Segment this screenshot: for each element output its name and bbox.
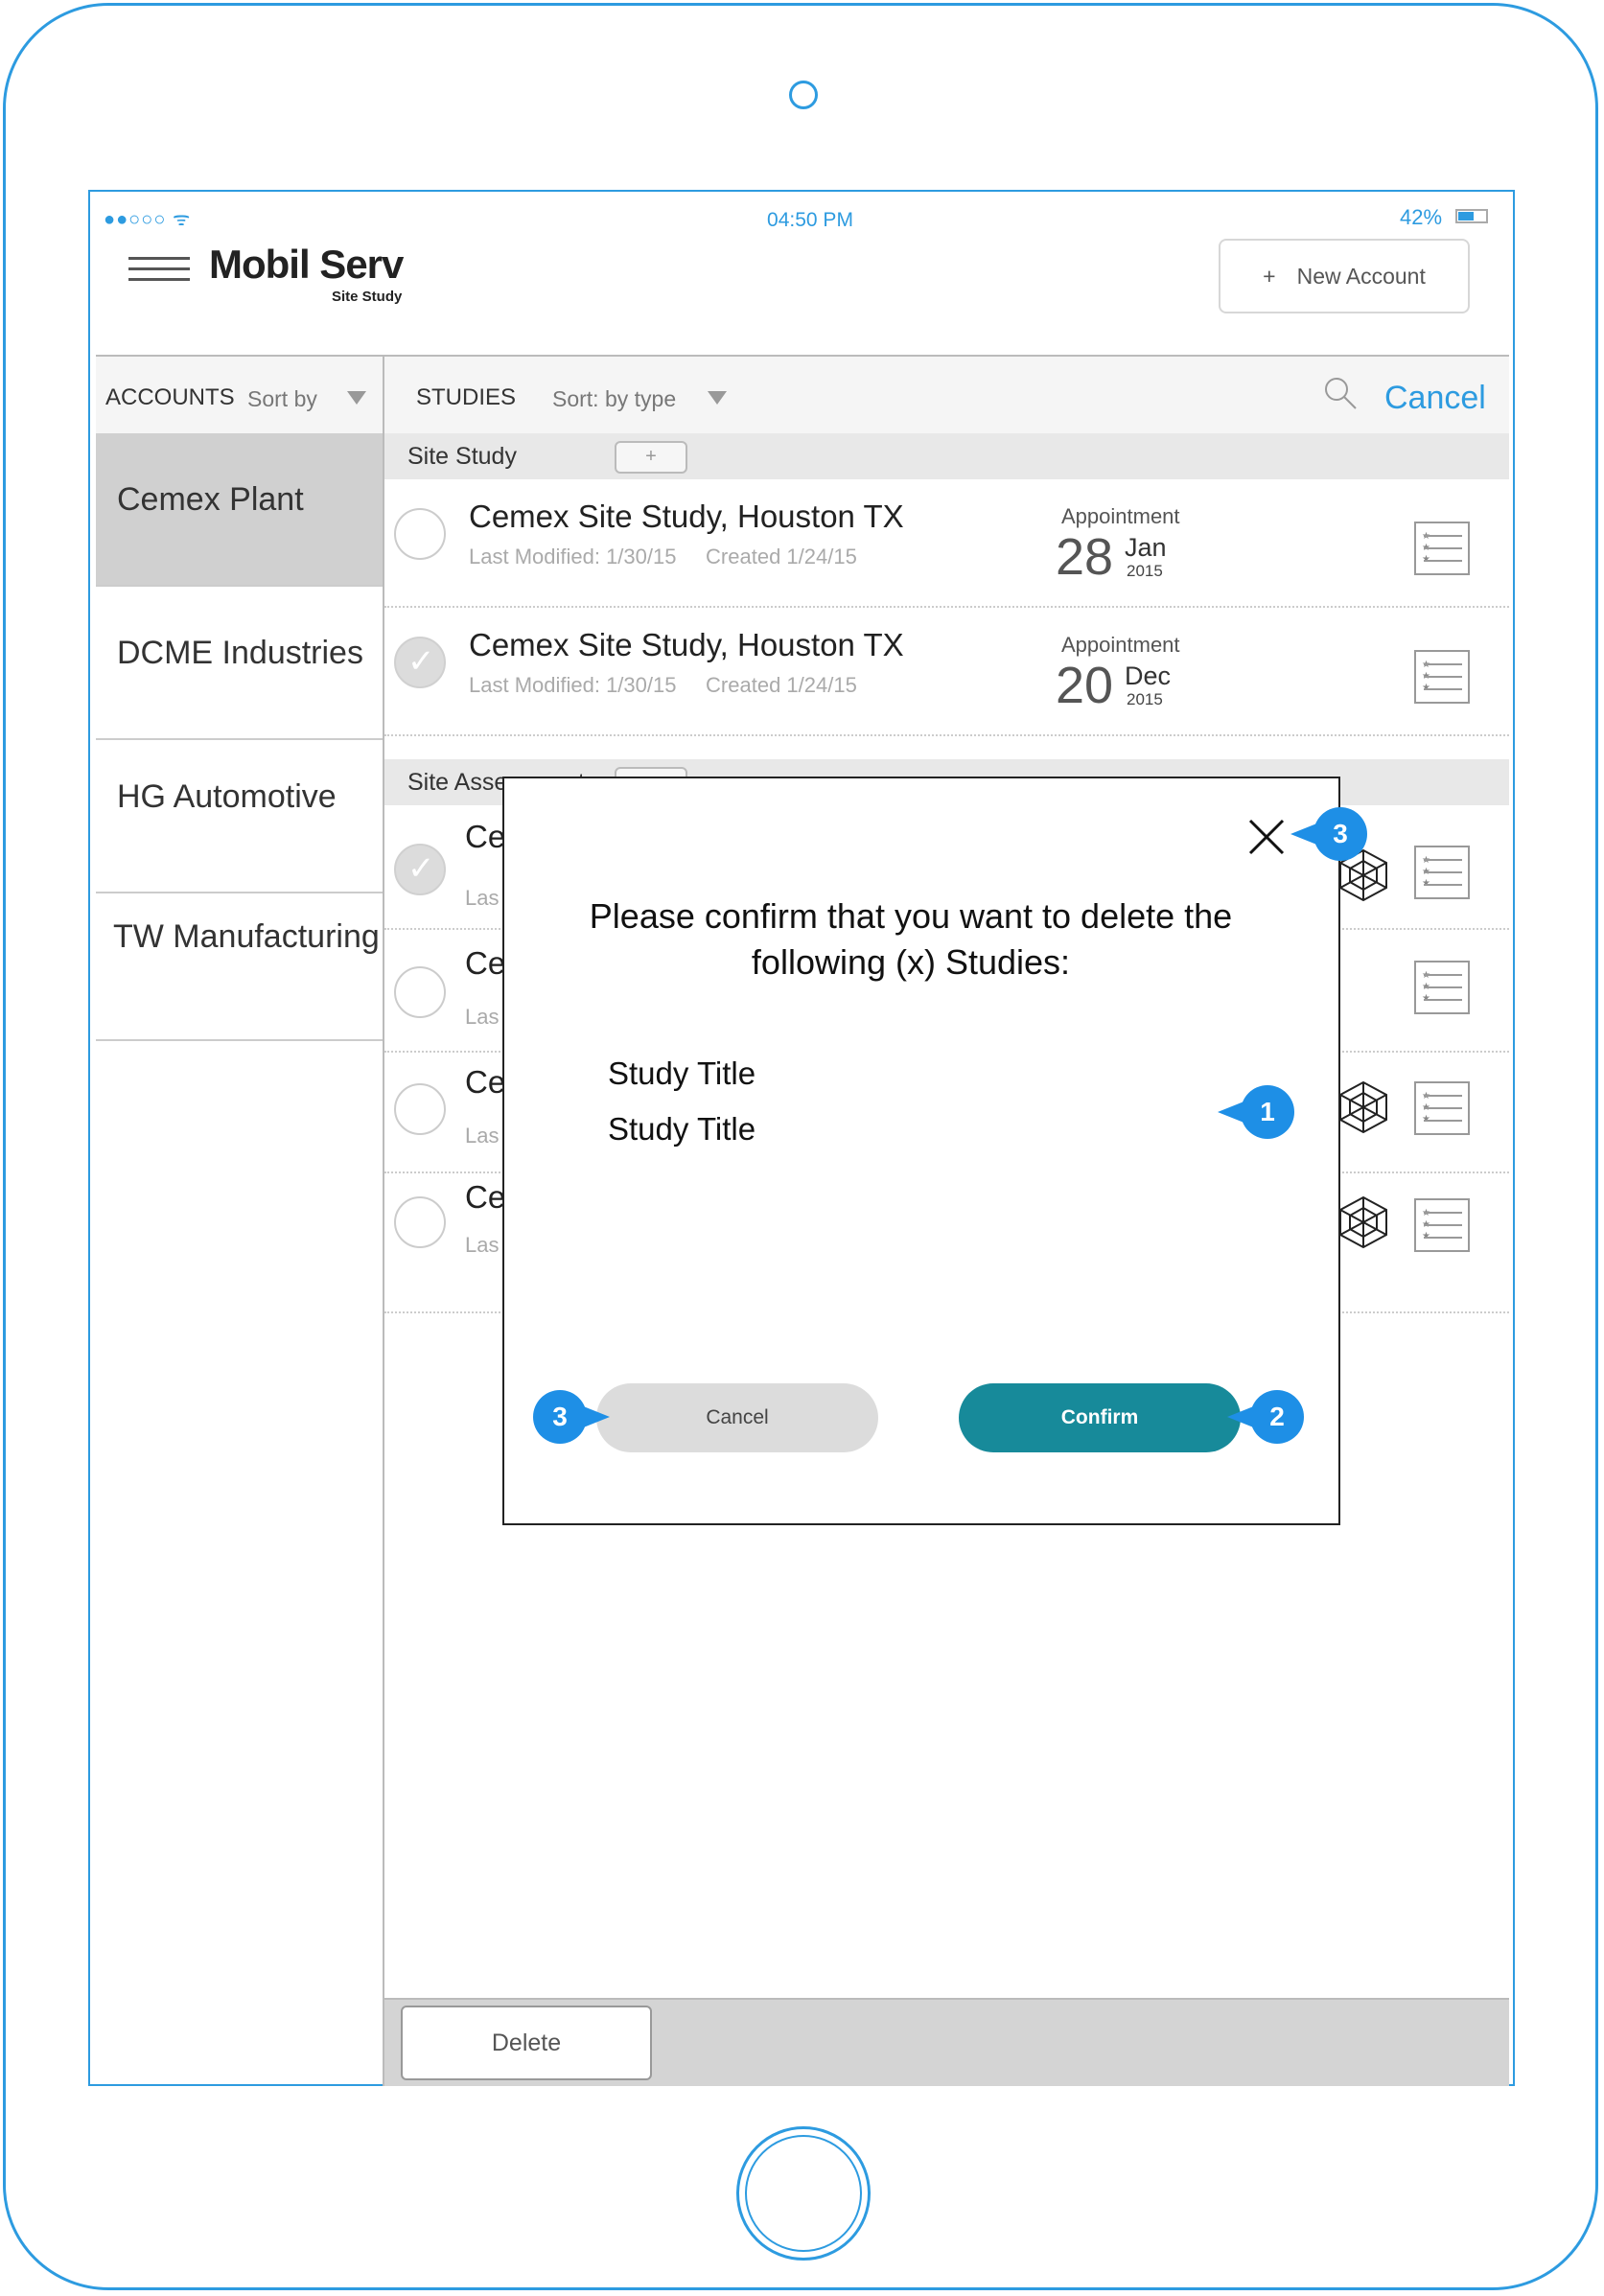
appointment-month: Dec [1125,661,1172,690]
accounts-label: ACCOUNTS [105,384,235,410]
study-row[interactable]: Cemex Site Study, Houston TX Last Modifi… [384,479,1509,608]
radar-chart-icon[interactable] [1336,1194,1391,1250]
study-title: Cemex Site Study, Houston TX [469,627,904,662]
appointment-year: 2015 [1127,562,1163,580]
checklist-icon[interactable]: ★★★ [1414,650,1470,704]
studies-label: STUDIES [416,384,517,410]
new-account-label: New Account [1296,263,1426,289]
modal-confirm-button[interactable]: Confirm [959,1383,1241,1452]
checklist-icon[interactable]: ★★★ [1414,1198,1470,1252]
select-checkbox[interactable] [394,1196,446,1248]
callout-close: 3 [1290,807,1367,861]
close-icon[interactable] [1246,817,1287,857]
study-title: Ce [465,1179,506,1215]
study-meta: Las [465,1005,500,1029]
accounts-sort[interactable]: Sort by [247,386,317,412]
study-meta: Las [465,1233,500,1257]
checklist-icon[interactable]: ★★★ [1414,961,1470,1014]
section-title: Site Study [407,443,517,470]
studies-sort-chevron-icon[interactable] [708,391,727,405]
account-item[interactable]: TW Manufacturing [96,888,383,1041]
account-item[interactable]: DCME Industries [96,587,383,740]
battery-percent: 42% [1400,205,1443,229]
study-title: Ce [465,819,506,854]
app-logo: Mobil Serv [209,242,404,287]
modal-message: Please confirm that you want to delete t… [589,896,1233,982]
search-icon[interactable] [1323,376,1358,410]
checklist-icon[interactable]: ★★★ [1414,522,1470,575]
appointment-label: Appointment [1061,504,1180,528]
study-title: Ce [465,945,506,981]
callout-list: 1 [1218,1085,1294,1139]
select-checkbox[interactable] [394,966,446,1018]
created-date: Created 1/24/15 [706,545,857,568]
accounts-sort-chevron-icon[interactable] [347,391,366,405]
select-checkbox[interactable] [394,637,446,688]
last-modified: Last Modified: 1/30/15 [469,673,677,697]
select-checkbox[interactable] [394,844,446,895]
study-row[interactable]: Cemex Site Study, Houston TX Last Modifi… [384,608,1509,736]
appointment-year: 2015 [1127,690,1163,708]
appointment-month: Jan [1125,533,1167,562]
study-title: Ce [465,1064,506,1100]
modal-study-item: Study Title [608,1111,756,1147]
select-checkbox[interactable] [394,1083,446,1135]
section-header: Site Study + [384,433,1509,479]
camera-icon [789,81,818,109]
plus-icon: + [1263,263,1276,289]
delete-button[interactable]: Delete [401,2006,652,2080]
status-time: 04:50 PM [767,209,853,231]
study-meta: Last Modified: 1/30/15 Created 1/24/15 [469,673,857,698]
menu-icon[interactable] [128,257,190,282]
account-item[interactable]: HG Automotive [96,740,383,893]
home-button[interactable] [736,2126,871,2261]
last-modified: Last Modified: 1/30/15 [469,545,677,568]
checklist-icon[interactable]: ★★★ [1414,846,1470,899]
study-meta: Las [465,1124,500,1148]
account-item[interactable]: Cemex Plant [96,433,383,587]
callout-confirm: 2 [1227,1390,1304,1444]
studies-sort[interactable]: Sort: by type [552,386,676,412]
new-account-button[interactable]: + New Account [1219,239,1470,313]
created-date: Created 1/24/15 [706,673,857,697]
add-study-button[interactable]: + [615,441,687,474]
appointment-day: 28 [1056,528,1114,586]
modal-cancel-button[interactable]: Cancel [596,1383,878,1452]
signal-icon: ●●○○○ ᯤ [104,209,192,230]
select-checkbox[interactable] [394,508,446,560]
appointment-day: 20 [1056,657,1114,714]
appointment-label: Appointment [1061,633,1180,657]
cancel-link[interactable]: Cancel [1384,380,1486,417]
app-subtitle: Site Study [332,289,403,305]
modal-study-item: Study Title [608,1055,756,1091]
checklist-icon[interactable]: ★★★ [1414,1081,1470,1135]
study-meta: Las [465,886,500,910]
callout-cancel: 3 [533,1390,610,1444]
battery-icon [1455,209,1488,223]
radar-chart-icon[interactable] [1336,1079,1391,1135]
study-title: Cemex Site Study, Houston TX [469,499,904,534]
study-meta: Last Modified: 1/30/15 Created 1/24/15 [469,545,857,569]
